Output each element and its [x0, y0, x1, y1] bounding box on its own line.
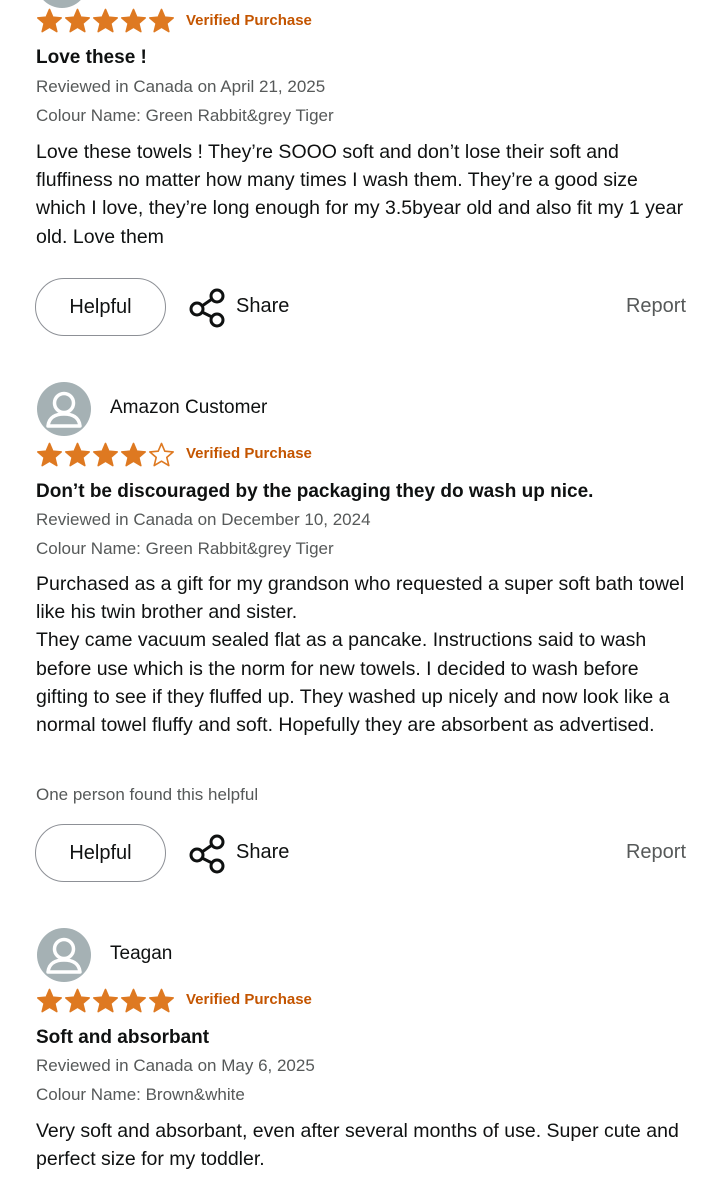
reviewer-name[interactable]: Amazon Customer: [110, 397, 267, 419]
review-body: Purchased as a gift for my grandson who …: [36, 573, 685, 737]
star-icon: [121, 8, 146, 32]
star-rating: [36, 441, 175, 467]
star-icon: [37, 8, 62, 32]
review-body: Very soft and absorbant, even after seve…: [36, 1120, 679, 1171]
review-variant: Colour Name: Green Rabbit&grey Tiger: [36, 106, 334, 125]
star-icon: [65, 442, 90, 466]
review-title[interactable]: Don’t be discouraged by the packaging th…: [36, 481, 593, 503]
star-icon: [149, 442, 174, 466]
star-icon: [93, 8, 118, 32]
share-button[interactable]: Share: [236, 841, 289, 864]
verified-purchase-badge: Verified Purchase: [186, 12, 312, 29]
star-icon: [93, 442, 118, 466]
review-title[interactable]: Love these !: [36, 47, 147, 69]
review-variant: Colour Name: Brown&white: [36, 1085, 245, 1104]
star-icon: [149, 8, 174, 32]
share-icon[interactable]: [188, 834, 226, 874]
star-icon: [65, 8, 90, 32]
review-date: Reviewed in Canada on May 6, 2025: [36, 1056, 315, 1075]
star-icon: [121, 988, 146, 1012]
helpful-button[interactable]: Helpful: [35, 824, 166, 882]
review-body: Love these towels ! They’re SOOO soft an…: [36, 141, 684, 248]
review-date: Reviewed in Canada on December 10, 2024: [36, 510, 371, 529]
reviewer-name[interactable]: Teagan: [110, 943, 172, 965]
reviewer-avatar: [37, 928, 91, 982]
verified-purchase-badge: Verified Purchase: [186, 991, 312, 1008]
verified-purchase-badge: Verified Purchase: [186, 445, 312, 462]
user-silhouette-icon: [46, 391, 82, 428]
star-rating: [36, 987, 175, 1013]
star-icon: [149, 988, 174, 1012]
star-icon: [37, 988, 62, 1012]
user-silhouette-icon: [46, 937, 82, 974]
helpful-count: One person found this helpful: [36, 785, 259, 804]
star-icon: [65, 988, 90, 1012]
review-title[interactable]: Soft and absorbant: [36, 1027, 209, 1049]
star-rating: [36, 7, 175, 33]
review-variant: Colour Name: Green Rabbit&grey Tiger: [36, 539, 334, 558]
share-button[interactable]: Share: [236, 295, 289, 318]
report-link[interactable]: Report: [626, 295, 686, 318]
helpful-button[interactable]: Helpful: [35, 278, 166, 336]
star-icon: [121, 442, 146, 466]
report-link[interactable]: Report: [626, 841, 686, 864]
review-date: Reviewed in Canada on April 21, 2025: [36, 77, 326, 96]
star-icon: [93, 988, 118, 1012]
reviewer-avatar: [37, 382, 91, 436]
star-icon: [37, 442, 62, 466]
share-icon[interactable]: [188, 288, 226, 328]
